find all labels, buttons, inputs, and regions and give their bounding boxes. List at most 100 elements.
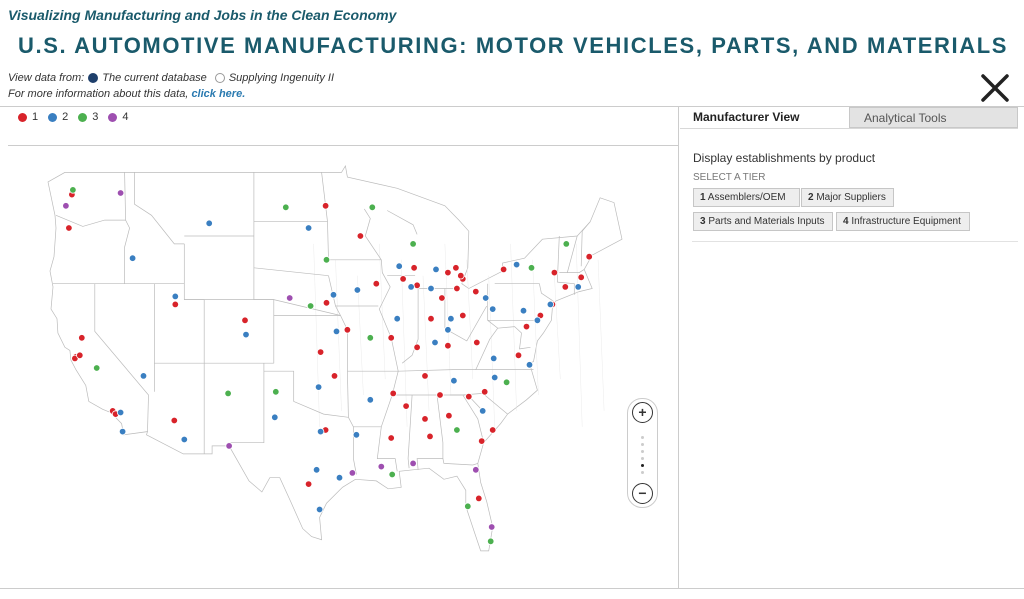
establishment-marker[interactable] xyxy=(377,462,385,471)
establishment-marker[interactable] xyxy=(171,292,179,301)
establishment-marker[interactable] xyxy=(224,389,232,398)
tier-1-button[interactable]: 1 Assemblers/OEM xyxy=(693,188,800,207)
establishment-marker[interactable] xyxy=(321,202,330,210)
establishment-marker[interactable] xyxy=(438,294,446,302)
establishment-marker[interactable] xyxy=(519,306,528,315)
establishment-marker[interactable] xyxy=(343,326,352,334)
establishment-marker[interactable] xyxy=(241,316,249,324)
establishment-marker[interactable] xyxy=(481,388,489,396)
establishment-marker[interactable] xyxy=(473,338,481,347)
establishment-marker[interactable] xyxy=(522,322,531,331)
establishment-marker[interactable] xyxy=(514,351,523,359)
establishment-marker[interactable] xyxy=(304,224,313,232)
click-here-link[interactable]: click here. xyxy=(191,88,245,100)
establishment-marker[interactable] xyxy=(395,262,403,270)
establishment-marker[interactable] xyxy=(478,437,486,445)
establishment-marker[interactable] xyxy=(502,378,511,386)
establishment-marker[interactable] xyxy=(352,431,361,439)
establishment-marker[interactable] xyxy=(546,300,555,309)
establishment-marker[interactable] xyxy=(322,256,331,264)
us-map[interactable] xyxy=(8,146,678,587)
establishment-marker[interactable] xyxy=(65,224,73,232)
establishment-marker[interactable] xyxy=(388,470,396,479)
establishment-marker[interactable] xyxy=(353,286,362,294)
zoom-level-tick[interactable] xyxy=(641,443,644,446)
tab-analytical-tools[interactable]: Analytical Tools xyxy=(849,107,1018,128)
establishment-marker[interactable] xyxy=(409,240,417,248)
establishment-marker[interactable] xyxy=(577,273,585,281)
establishment-marker[interactable] xyxy=(272,388,280,396)
establishment-marker[interactable] xyxy=(316,348,325,356)
establishment-marker[interactable] xyxy=(445,412,453,420)
establishment-marker[interactable] xyxy=(409,459,417,468)
radio-current-database[interactable] xyxy=(88,73,99,83)
establishment-marker[interactable] xyxy=(464,502,472,510)
establishment-marker[interactable] xyxy=(427,314,435,323)
zoom-level-tick[interactable] xyxy=(641,450,644,453)
establishment-marker[interactable] xyxy=(205,219,213,227)
establishment-marker[interactable] xyxy=(459,311,467,320)
establishment-marker[interactable] xyxy=(444,326,452,334)
radio-supplying-ingenuity-label[interactable]: Supplying Ingenuity II xyxy=(229,72,334,84)
establishment-marker[interactable] xyxy=(472,287,480,296)
radio-supplying-ingenuity[interactable] xyxy=(214,73,225,83)
establishment-marker[interactable] xyxy=(282,203,290,211)
establishment-marker[interactable] xyxy=(387,334,395,342)
establishment-marker[interactable] xyxy=(447,314,455,323)
establishment-marker[interactable] xyxy=(372,279,380,288)
establishment-marker[interactable] xyxy=(366,396,374,404)
establishment-marker[interactable] xyxy=(315,505,324,514)
establishment-marker[interactable] xyxy=(482,294,490,302)
establishment-marker[interactable] xyxy=(76,351,84,359)
establishment-marker[interactable] xyxy=(550,268,559,277)
establishment-marker[interactable] xyxy=(436,391,444,399)
establishment-marker[interactable] xyxy=(332,327,341,336)
establishment-marker[interactable] xyxy=(421,415,429,423)
tab-manufacturer-view[interactable]: Manufacturer View xyxy=(680,107,849,128)
establishment-marker[interactable] xyxy=(499,265,508,274)
establishment-marker[interactable] xyxy=(116,408,125,417)
establishment-marker[interactable] xyxy=(312,466,321,474)
establishment-marker[interactable] xyxy=(426,432,434,441)
establishment-marker[interactable] xyxy=(450,376,458,385)
establishment-marker[interactable] xyxy=(366,334,374,342)
establishment-marker[interactable] xyxy=(128,254,137,262)
establishment-marker[interactable] xyxy=(387,434,395,442)
establishment-marker[interactable] xyxy=(479,407,487,415)
establishment-marker[interactable] xyxy=(561,283,569,291)
establishment-marker[interactable] xyxy=(335,474,344,482)
establishment-marker[interactable] xyxy=(271,413,279,421)
establishment-marker[interactable] xyxy=(286,294,294,302)
establishment-marker[interactable] xyxy=(487,537,495,545)
establishment-marker[interactable] xyxy=(92,364,101,372)
establishment-marker[interactable] xyxy=(62,202,70,210)
establishment-marker[interactable] xyxy=(242,330,250,339)
establishment-marker[interactable] xyxy=(465,392,473,401)
zoom-in-button[interactable]: + xyxy=(632,402,653,423)
establishment-marker[interactable] xyxy=(421,372,429,380)
establishment-marker[interactable] xyxy=(402,402,410,410)
zoom-level-tick[interactable] xyxy=(641,464,644,467)
establishment-marker[interactable] xyxy=(490,354,498,363)
establishment-marker[interactable] xyxy=(330,372,339,380)
zoom-level-tick[interactable] xyxy=(641,471,644,474)
establishment-marker[interactable] xyxy=(491,373,499,382)
establishment-marker[interactable] xyxy=(562,240,570,248)
establishment-marker[interactable] xyxy=(512,260,521,269)
tier-4-button[interactable]: 4 Infrastructure Equipment xyxy=(836,212,970,231)
establishment-marker[interactable] xyxy=(314,383,323,391)
establishment-marker[interactable] xyxy=(452,264,460,272)
establishment-marker[interactable] xyxy=(316,427,325,436)
establishment-marker[interactable] xyxy=(116,189,125,197)
radio-current-database-label[interactable]: The current database xyxy=(102,72,207,84)
close-x-icon[interactable] xyxy=(978,71,1012,105)
establishment-marker[interactable] xyxy=(527,264,536,272)
establishment-marker[interactable] xyxy=(574,283,582,291)
establishment-marker[interactable] xyxy=(171,300,179,309)
establishment-marker[interactable] xyxy=(444,341,452,350)
establishment-marker[interactable] xyxy=(489,305,497,313)
establishment-marker[interactable] xyxy=(306,302,315,310)
tier-3-button[interactable]: 3 Parts and Materials Inputs xyxy=(693,212,833,231)
establishment-marker[interactable] xyxy=(413,281,421,289)
establishment-marker[interactable] xyxy=(453,426,461,434)
